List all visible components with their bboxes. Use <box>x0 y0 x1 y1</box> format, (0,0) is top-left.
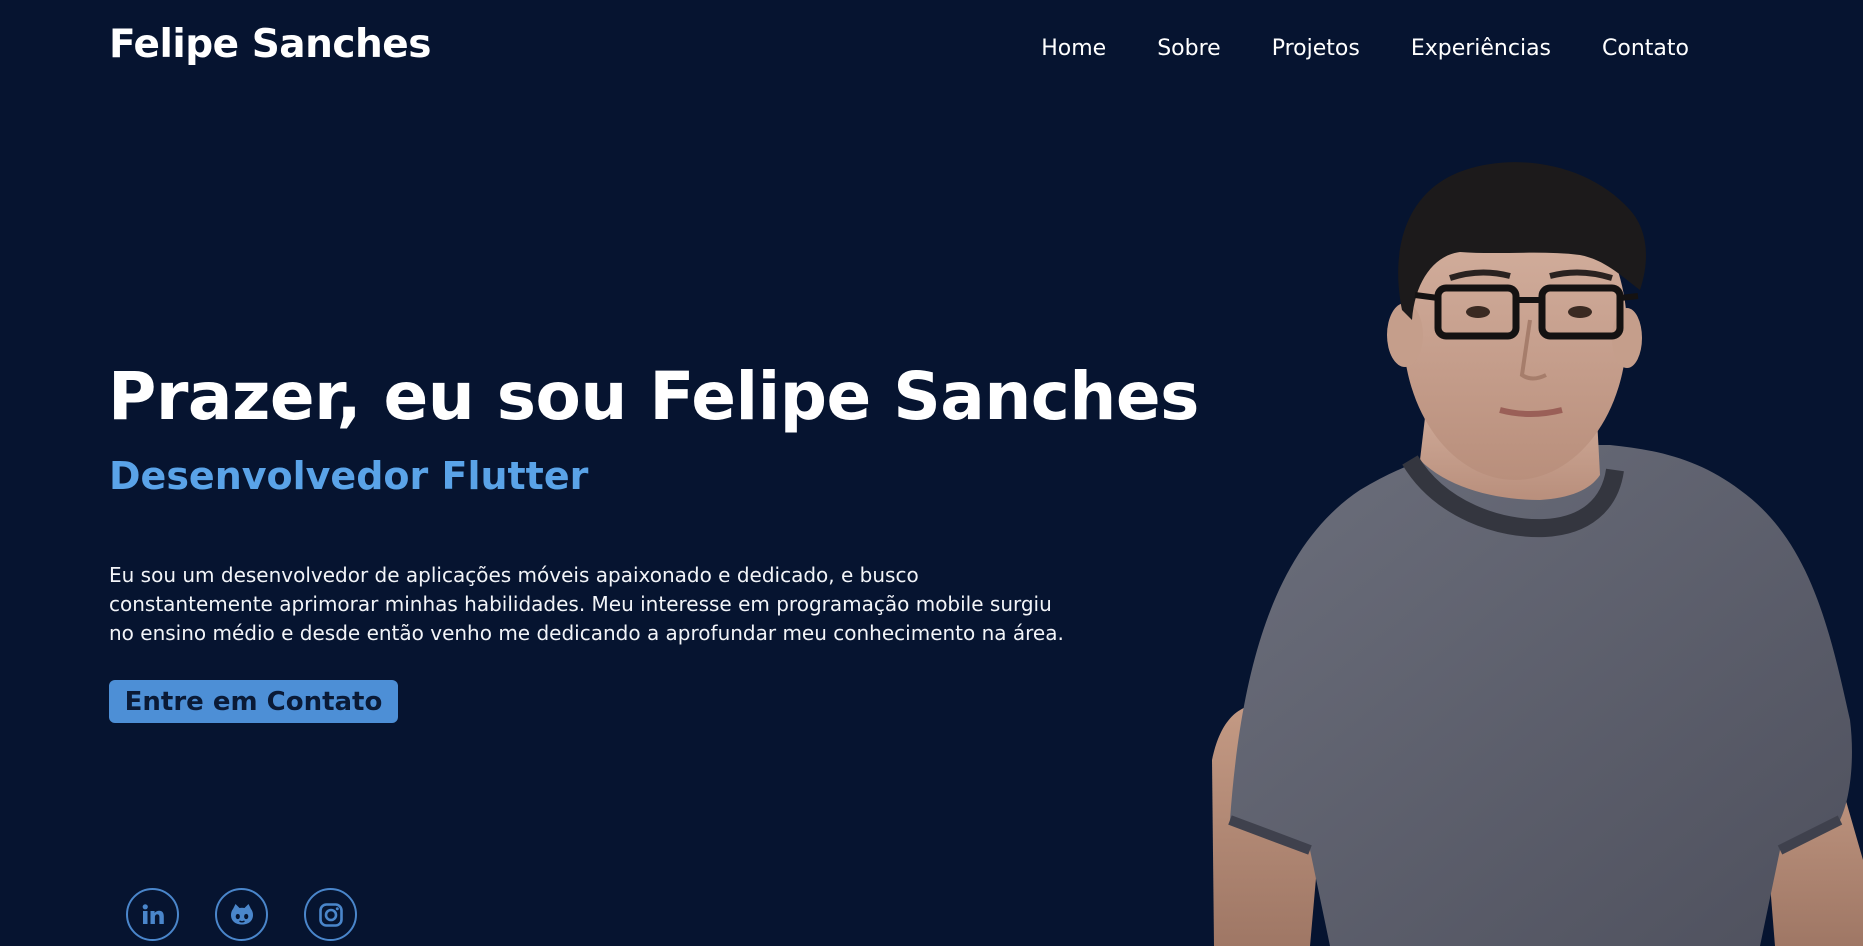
hero-description-line: no ensino médio e desde então venho me d… <box>109 621 1064 645</box>
nav-sobre[interactable]: Sobre <box>1157 36 1221 61</box>
github-link[interactable] <box>215 888 268 941</box>
nav-experiencias[interactable]: Experiências <box>1411 36 1551 61</box>
hero-title: Prazer, eu sou Felipe Sanches <box>108 358 1199 435</box>
nav-home[interactable]: Home <box>1041 36 1106 61</box>
nav-contato[interactable]: Contato <box>1602 36 1689 61</box>
social-links <box>126 888 357 941</box>
portfolio-page: Felipe Sanches Home Sobre Projetos Exper… <box>0 0 1863 946</box>
profile-photo <box>1200 160 1863 946</box>
hero-description: Eu sou um desenvolvedor de aplicações mó… <box>109 561 1064 648</box>
site-header: Felipe Sanches Home Sobre Projetos Exper… <box>0 0 1863 100</box>
contact-cta-button[interactable]: Entre em Contato <box>109 680 398 723</box>
hero-description-line: constantemente aprimorar minhas habilida… <box>109 592 1052 616</box>
instagram-link[interactable] <box>304 888 357 941</box>
github-icon <box>227 900 257 930</box>
nav-projetos[interactable]: Projetos <box>1272 36 1360 61</box>
linkedin-link[interactable] <box>126 888 179 941</box>
main-nav: Home Sobre Projetos Experiências Contato <box>1041 36 1689 61</box>
hero-description-line: Eu sou um desenvolvedor de aplicações mó… <box>109 563 919 587</box>
brand-logo-text[interactable]: Felipe Sanches <box>109 22 431 67</box>
hero-subtitle: Desenvolvedor Flutter <box>109 454 589 498</box>
instagram-icon <box>317 901 345 929</box>
linkedin-icon <box>139 901 167 929</box>
